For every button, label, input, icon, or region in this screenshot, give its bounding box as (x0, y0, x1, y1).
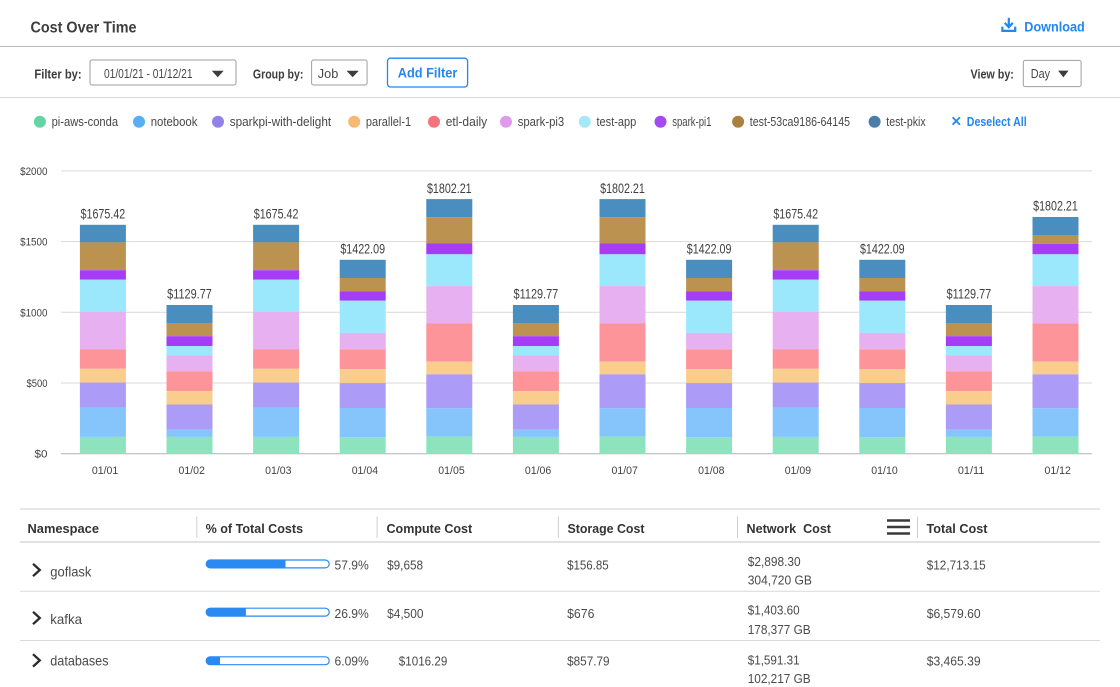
svg-text:$12,713.15: $12,713.15 (927, 557, 986, 572)
svg-text:$1016.29: $1016.29 (399, 654, 448, 669)
svg-text:304,720 GB: 304,720 GB (748, 572, 812, 587)
svg-text:$1129.77: $1129.77 (947, 287, 992, 302)
svg-text:Compute Cost: Compute Cost (387, 521, 473, 536)
svg-text:Group by:: Group by: (253, 66, 304, 81)
svg-text:test-53ca9186-64145: test-53ca9186-64145 (750, 114, 850, 129)
svg-text:etl-daily: etl-daily (446, 114, 488, 129)
svg-text:$1802.21: $1802.21 (427, 181, 472, 196)
svg-text:$2,898.30: $2,898.30 (748, 554, 801, 569)
svg-text:$1000: $1000 (20, 307, 47, 319)
svg-text:$1,403.60: $1,403.60 (748, 603, 800, 618)
svg-text:01/04: 01/04 (352, 465, 378, 477)
svg-text:spark-pi3: spark-pi3 (518, 114, 565, 129)
svg-text:$1500: $1500 (20, 237, 47, 249)
svg-text:Deselect All: Deselect All (967, 114, 1027, 129)
svg-text:$1,591.31: $1,591.31 (748, 652, 800, 667)
svg-text:spark-pi1: spark-pi1 (672, 114, 711, 129)
svg-text:$0: $0 (35, 449, 48, 461)
svg-text:57.9%: 57.9% (335, 557, 370, 572)
svg-text:Add Filter: Add Filter (398, 65, 458, 81)
svg-text:$1675.42: $1675.42 (81, 207, 126, 222)
svg-text:$676: $676 (567, 606, 594, 621)
svg-text:01/12: 01/12 (1045, 465, 1071, 477)
svg-text:01/11: 01/11 (958, 465, 984, 477)
svg-text:$1129.77: $1129.77 (167, 287, 212, 302)
svg-text:01/07: 01/07 (612, 465, 638, 477)
svg-text:Network Cost: Network Cost (747, 521, 832, 536)
svg-text:01/09: 01/09 (785, 465, 811, 477)
svg-text:sparkpi-with-delight: sparkpi-with-delight (230, 114, 332, 129)
svg-text:$4,500: $4,500 (387, 606, 423, 621)
svg-text:$3,465.39: $3,465.39 (927, 654, 981, 669)
svg-text:databases: databases (50, 652, 108, 668)
svg-text:$6,579.60: $6,579.60 (927, 606, 981, 621)
svg-text:test-app: test-app (597, 114, 637, 129)
svg-text:pi-aws-conda: pi-aws-conda (52, 114, 119, 129)
svg-text:$1422.09: $1422.09 (860, 242, 905, 257)
svg-text:$1675.42: $1675.42 (773, 207, 818, 222)
svg-text:View by:: View by: (971, 66, 1014, 81)
svg-text:01/06: 01/06 (525, 465, 551, 477)
svg-text:Namespace: Namespace (28, 521, 100, 536)
svg-text:$1129.77: $1129.77 (514, 287, 559, 302)
svg-text:6.09%: 6.09% (335, 654, 370, 669)
svg-text:Filter by:: Filter by: (34, 66, 81, 81)
svg-text:$857.79: $857.79 (567, 654, 610, 669)
svg-text:$2000: $2000 (20, 166, 47, 178)
svg-text:01/01: 01/01 (92, 465, 118, 477)
svg-text:$1802.21: $1802.21 (1033, 199, 1078, 214)
svg-text:$1802.21: $1802.21 (600, 181, 645, 196)
svg-text:01/01/21 - 01/12/21: 01/01/21 - 01/12/21 (104, 66, 193, 81)
svg-text:Job: Job (318, 66, 339, 81)
svg-text:kafka: kafka (50, 611, 82, 627)
svg-text:$1422.09: $1422.09 (340, 242, 385, 257)
svg-text:Cost Over Time: Cost Over Time (31, 19, 137, 36)
svg-text:goflask: goflask (50, 564, 92, 580)
svg-text:01/05: 01/05 (438, 465, 464, 477)
svg-text:$9,658: $9,658 (387, 557, 423, 572)
svg-text:% of Total Costs: % of Total Costs (206, 521, 304, 536)
svg-text:parallel-1: parallel-1 (366, 114, 411, 129)
svg-text:Download: Download (1024, 19, 1085, 35)
svg-text:01/03: 01/03 (265, 465, 291, 477)
svg-text:26.9%: 26.9% (335, 606, 370, 621)
svg-text:178,377 GB: 178,377 GB (748, 622, 811, 637)
svg-text:$1422.09: $1422.09 (687, 242, 732, 257)
svg-text:$1675.42: $1675.42 (254, 207, 299, 222)
svg-text:Day: Day (1031, 66, 1051, 81)
svg-text:Storage Cost: Storage Cost (568, 521, 646, 536)
svg-text:01/08: 01/08 (698, 465, 724, 477)
svg-text:$500: $500 (27, 378, 48, 390)
svg-text:notebook: notebook (151, 114, 198, 129)
svg-text:$156.85: $156.85 (567, 557, 609, 572)
svg-text:01/02: 01/02 (179, 465, 205, 477)
svg-text:Total Cost: Total Cost (927, 521, 989, 536)
svg-text:102,217 GB: 102,217 GB (748, 671, 811, 686)
svg-text:test-pkix: test-pkix (886, 114, 926, 129)
svg-text:01/10: 01/10 (871, 465, 897, 477)
